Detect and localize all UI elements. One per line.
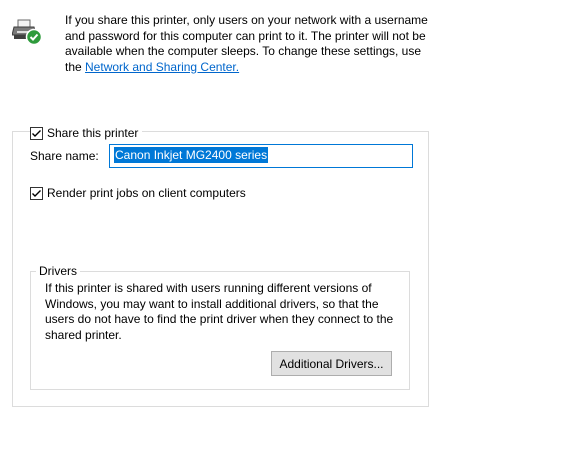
additional-drivers-button[interactable]: Additional Drivers... [271,351,392,376]
share-name-input[interactable]: Canon Inkjet MG2400 series [109,144,413,168]
render-jobs-checkbox-row[interactable]: Render print jobs on client computers [30,185,250,201]
drivers-description: If this printer is shared with users run… [45,281,394,342]
share-name-value: Canon Inkjet MG2400 series [114,147,269,163]
share-name-label: Share name: [30,149,99,163]
sharing-info-text: If you share this printer, only users on… [65,13,435,75]
share-printer-label: Share this printer [47,126,139,140]
checkmark-icon [32,189,41,197]
share-printer-checkbox-row[interactable]: Share this printer [30,125,143,141]
share-printer-checkbox[interactable] [30,126,43,140]
checkmark-icon [32,129,41,137]
render-jobs-label: Render print jobs on client computers [47,186,246,200]
drivers-group-title: Drivers [36,264,80,278]
network-sharing-center-link[interactable]: Network and Sharing Center. [85,60,239,74]
render-jobs-checkbox[interactable] [30,186,43,200]
shared-printer-icon [11,18,46,46]
